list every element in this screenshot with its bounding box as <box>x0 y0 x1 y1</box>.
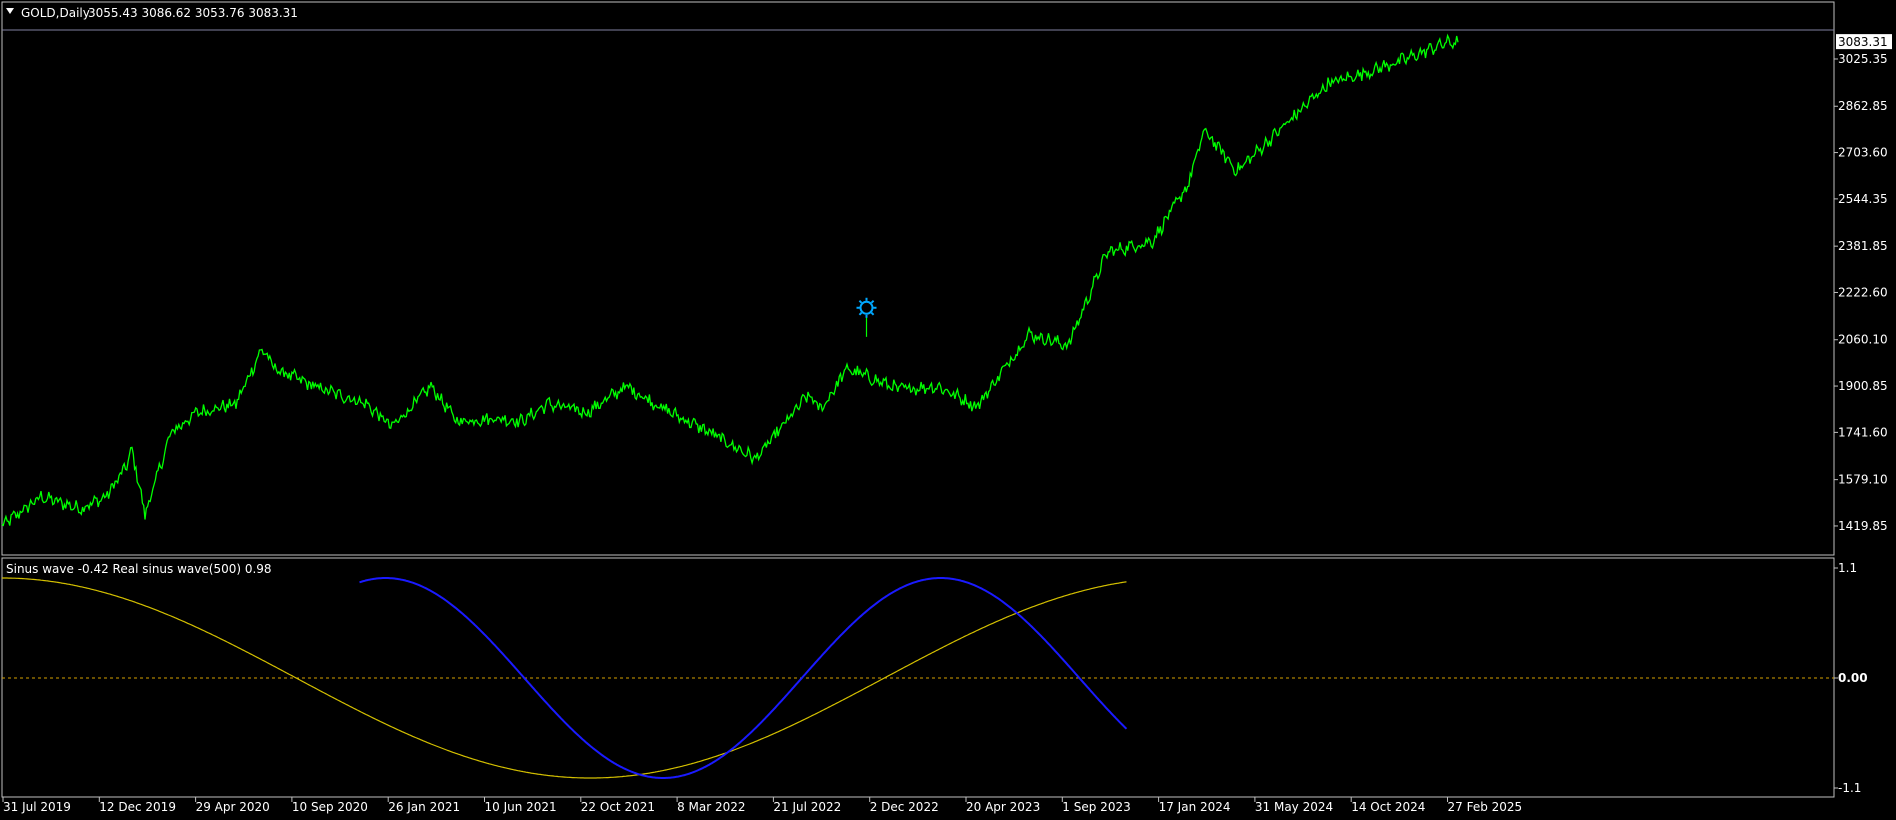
time-tick-label: 27 Feb 2025 <box>1448 800 1523 814</box>
time-tick-label: 31 May 2024 <box>1255 800 1333 814</box>
time-tick-label: 17 Jan 2024 <box>1159 800 1231 814</box>
price-panel-border <box>1 1 1835 556</box>
indicator-tick-label: 1.1 <box>1838 561 1857 575</box>
price-tick-label: 2544.35 <box>1838 192 1888 206</box>
time-tick-label: 10 Sep 2020 <box>292 800 368 814</box>
time-tick-label: 21 Jul 2022 <box>773 800 841 814</box>
time-tick-label: 2 Dec 2022 <box>870 800 939 814</box>
price-tick-label: 2222.60 <box>1838 285 1888 299</box>
time-tick-label: 20 Apr 2023 <box>966 800 1040 814</box>
price-tick-label: 2862.85 <box>1838 99 1888 113</box>
indicator-panel[interactable]: Sinus wave -0.42 Real sinus wave(500) 0.… <box>1 557 1868 798</box>
indicator-tick-label: 0.00 <box>1838 671 1868 685</box>
price-tick-label: 1741.60 <box>1838 425 1888 439</box>
price-tick-label: 1579.10 <box>1838 473 1888 487</box>
symbol-label: GOLD,Daily <box>21 6 90 20</box>
time-tick-label: 8 Mar 2022 <box>677 800 745 814</box>
price-tick-label: 1900.85 <box>1838 379 1888 393</box>
ohlc-values: 3055.43 3086.62 3053.76 3083.31 <box>88 6 298 20</box>
time-tick-label: 14 Oct 2024 <box>1351 800 1425 814</box>
indicator-label: Sinus wave -0.42 Real sinus wave(500) 0.… <box>6 562 272 576</box>
price-panel[interactable]: GOLD,Daily 3055.43 3086.62 3053.76 3083.… <box>1 1 1892 556</box>
time-tick-label: 26 Jan 2021 <box>388 800 460 814</box>
indicator-panel-border <box>1 557 1835 798</box>
time-tick-label: 12 Dec 2019 <box>99 800 176 814</box>
price-tick-label: 1419.85 <box>1838 519 1888 533</box>
price-tick-label: 2703.60 <box>1838 146 1888 160</box>
price-tick-label: 3025.35 <box>1838 52 1888 66</box>
time-tick-label: 10 Jun 2021 <box>485 800 557 814</box>
price-tick-label: 2381.85 <box>1838 239 1888 253</box>
price-tick-label: 2060.10 <box>1838 333 1888 347</box>
time-tick-label: 1 Sep 2023 <box>1062 800 1130 814</box>
time-tick-label: 29 Apr 2020 <box>196 800 270 814</box>
price-axis: 3025.35 2862.85 2703.60 2544.35 2381.85 2222.… <box>1834 34 1892 533</box>
trading-chart[interactable]: GOLD,Daily 3055.43 3086.62 3053.76 3083.… <box>0 0 1896 820</box>
indicator-axis: 1.1 0.00 -1.1 <box>1834 561 1868 795</box>
current-price-label: 3083.31 <box>1838 35 1888 49</box>
time-tick-label: 22 Oct 2021 <box>581 800 655 814</box>
indicator-tick-label: -1.1 <box>1838 781 1861 795</box>
time-tick-label: 31 Jul 2019 <box>3 800 71 814</box>
time-axis: 31 Jul 2019 12 Dec 2019 29 Apr 2020 10 Sep … <box>2 797 1523 814</box>
